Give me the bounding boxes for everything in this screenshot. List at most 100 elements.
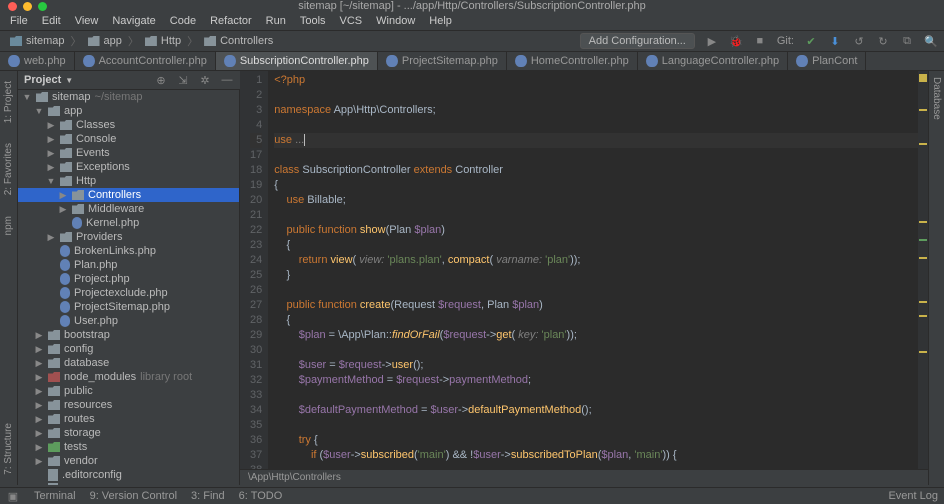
menu-refactor[interactable]: Refactor	[210, 15, 252, 27]
expand-arrow-icon[interactable]: ▶	[34, 442, 44, 453]
menu-vcs[interactable]: VCS	[340, 15, 363, 27]
expand-arrow-icon[interactable]: ▶	[34, 414, 44, 425]
tree-row[interactable]: ▼Http	[18, 174, 239, 188]
tool-windows-icon[interactable]: ▣	[6, 489, 20, 503]
favorites-tool-button[interactable]: 2: Favorites	[3, 143, 14, 195]
expand-arrow-icon[interactable]: ▶	[34, 358, 44, 369]
tree-row[interactable]: ▶Controllers	[18, 188, 239, 202]
search-icon[interactable]: 🔍	[924, 34, 938, 48]
error-stripe[interactable]	[918, 71, 928, 469]
git-update-icon[interactable]: ⬇	[828, 34, 842, 48]
editor-breadcrumb[interactable]: \App\Http\Controllers	[240, 469, 928, 485]
expand-arrow-icon[interactable]: ▶	[34, 386, 44, 397]
run-config-dropdown[interactable]: Add Configuration...	[580, 33, 695, 49]
expand-arrow-icon[interactable]: ▶	[46, 120, 56, 131]
breadcrumb-item[interactable]: Controllers	[200, 34, 277, 48]
close-window-icon[interactable]	[8, 2, 17, 11]
menu-navigate[interactable]: Navigate	[112, 15, 155, 27]
expand-arrow-icon[interactable]: ▶	[34, 400, 44, 411]
tree-row[interactable]: ▶node_modules library root	[18, 370, 239, 384]
maximize-window-icon[interactable]	[38, 2, 47, 11]
bottom-tool-9-version-control[interactable]: 9: Version Control	[90, 490, 177, 502]
menu-tools[interactable]: Tools	[300, 15, 326, 27]
history-icon[interactable]: ↺	[852, 34, 866, 48]
tree-row[interactable]: ▶Console	[18, 132, 239, 146]
tree-row[interactable]: ▶bootstrap	[18, 328, 239, 342]
expand-arrow-icon[interactable]: ▶	[34, 330, 44, 341]
tree-row[interactable]: User.php	[18, 314, 239, 328]
expand-arrow-icon[interactable]: ▶	[58, 190, 68, 201]
expand-arrow-icon[interactable]: ▶	[34, 344, 44, 355]
expand-icon[interactable]: ⇲	[176, 73, 190, 87]
tree-row[interactable]: ▶Classes	[18, 118, 239, 132]
tree-row[interactable]: BrokenLinks.php	[18, 244, 239, 258]
editor-tab[interactable]: HomeController.php	[507, 52, 638, 70]
expand-arrow-icon[interactable]: ▼	[22, 92, 32, 102]
inspection-indicator-icon[interactable]	[919, 74, 927, 82]
expand-arrow-icon[interactable]: ▼	[46, 176, 56, 186]
editor-tab[interactable]: ProjectSitemap.php	[378, 52, 507, 70]
tree-row[interactable]: ▶Events	[18, 146, 239, 160]
database-tool-button[interactable]: Database	[931, 77, 942, 120]
editor-tab[interactable]: SubscriptionController.php	[216, 52, 378, 70]
tree-row[interactable]: ProjectSitemap.php	[18, 300, 239, 314]
expand-arrow-icon[interactable]: ▶	[34, 428, 44, 439]
expand-arrow-icon[interactable]: ▶	[46, 162, 56, 173]
expand-arrow-icon[interactable]: ▶	[46, 232, 56, 243]
tree-row[interactable]: Plan.php	[18, 258, 239, 272]
npm-tool-button[interactable]: npm	[3, 216, 14, 235]
tree-row[interactable]: ▼app	[18, 104, 239, 118]
tree-row[interactable]: Projectexclude.php	[18, 286, 239, 300]
menu-window[interactable]: Window	[376, 15, 415, 27]
menu-code[interactable]: Code	[170, 15, 196, 27]
tree-row[interactable]: .editorconfig	[18, 468, 239, 482]
breadcrumb-item[interactable]: Http	[141, 34, 185, 48]
debug-icon[interactable]: 🐞	[729, 34, 743, 48]
expand-arrow-icon[interactable]: ▶	[34, 372, 44, 383]
tree-row[interactable]: Project.php	[18, 272, 239, 286]
tree-row[interactable]: ▶tests	[18, 440, 239, 454]
tree-row[interactable]: ▶Exceptions	[18, 160, 239, 174]
expand-arrow-icon[interactable]: ▶	[46, 148, 56, 159]
tree-row[interactable]: ▶config	[18, 342, 239, 356]
editor-tab[interactable]: web.php	[0, 52, 75, 70]
expand-arrow-icon[interactable]: ▶	[34, 456, 44, 467]
git-commit-icon[interactable]: ✔	[804, 34, 818, 48]
code-area[interactable]: <?phpnamespace App\Http\Controllers;use …	[268, 71, 918, 469]
tree-row[interactable]: ▶Middleware	[18, 202, 239, 216]
hide-icon[interactable]: —	[220, 73, 234, 87]
minimize-window-icon[interactable]	[23, 2, 32, 11]
event-log-button[interactable]: Event Log	[888, 490, 938, 502]
tree-row[interactable]: ▶public	[18, 384, 239, 398]
menu-file[interactable]: File	[10, 15, 28, 27]
ide-settings-icon[interactable]: ⧉	[900, 34, 914, 48]
editor-tab[interactable]: LanguageController.php	[638, 52, 788, 70]
bottom-tool-3-find[interactable]: 3: Find	[191, 490, 225, 502]
locate-icon[interactable]: ⊕	[154, 73, 168, 87]
revert-icon[interactable]: ↻	[876, 34, 890, 48]
project-tool-button[interactable]: 1: Project	[3, 81, 14, 123]
structure-tool-button[interactable]: 7: Structure	[3, 423, 14, 475]
editor-tab[interactable]: PlanCont	[788, 52, 866, 70]
breadcrumb-item[interactable]: sitemap	[6, 34, 69, 48]
run-icon[interactable]: ▶	[705, 34, 719, 48]
tree-row[interactable]: ▶database	[18, 356, 239, 370]
menu-view[interactable]: View	[75, 15, 99, 27]
gear-icon[interactable]: ✲	[198, 73, 212, 87]
expand-arrow-icon[interactable]: ▶	[46, 134, 56, 145]
tree-row[interactable]: ▶storage	[18, 426, 239, 440]
tree-row[interactable]: ▼sitemap ~/sitemap	[18, 90, 239, 104]
menu-help[interactable]: Help	[429, 15, 452, 27]
menu-run[interactable]: Run	[266, 15, 286, 27]
editor-tab[interactable]: AccountController.php	[75, 52, 216, 70]
tree-row[interactable]: ▶resources	[18, 398, 239, 412]
breadcrumb-item[interactable]: app	[84, 34, 126, 48]
tree-row[interactable]: .env	[18, 482, 239, 485]
expand-arrow-icon[interactable]: ▶	[58, 204, 68, 215]
expand-arrow-icon[interactable]: ▼	[34, 106, 44, 116]
tree-row[interactable]: Kernel.php	[18, 216, 239, 230]
project-view-selector[interactable]: Project ▼	[24, 74, 73, 86]
menu-edit[interactable]: Edit	[42, 15, 61, 27]
tree-row[interactable]: ▶Providers	[18, 230, 239, 244]
bottom-tool-6-todo[interactable]: 6: TODO	[239, 490, 283, 502]
